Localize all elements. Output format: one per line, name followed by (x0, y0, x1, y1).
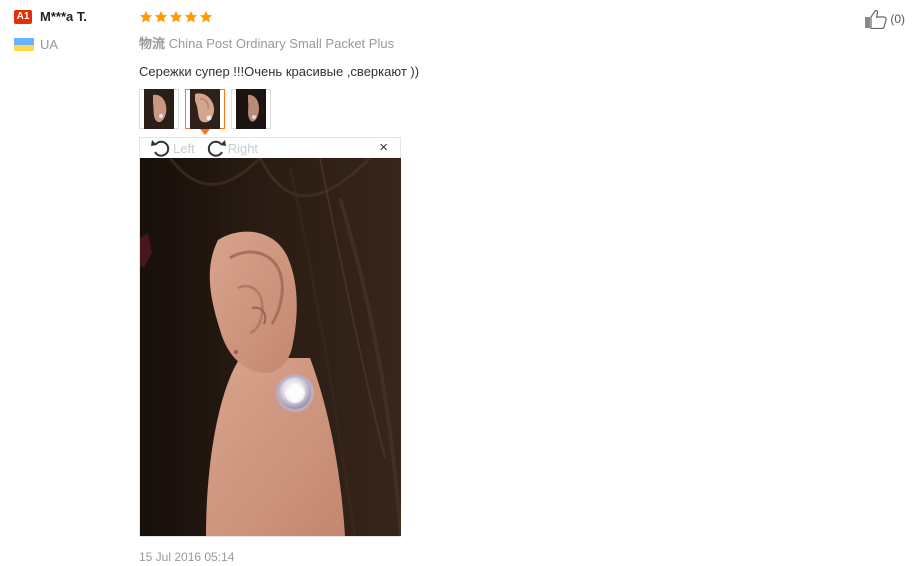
ear-photo-thumbnail (144, 89, 174, 129)
photo-thumbnails (139, 89, 909, 135)
thumbnail-1[interactable] (139, 89, 179, 129)
close-viewer-button[interactable]: × (379, 140, 388, 155)
rotate-right-icon (207, 140, 226, 157)
viewer-toolbar: Left Right × (140, 138, 400, 158)
rotate-right-label: Right (227, 140, 259, 156)
reviewer-name: M***a T. (40, 9, 87, 24)
ukraine-flag-icon (14, 38, 34, 51)
star-rating (139, 8, 909, 26)
review-date: 15 Jul 2016 05:14 (139, 550, 235, 564)
thumbnail-3[interactable] (231, 89, 271, 129)
photo-viewer: Left Right × (139, 137, 401, 537)
review-photo-ear-earring[interactable] (140, 158, 401, 536)
ear-photo-thumbnail (236, 89, 266, 129)
logistics-value: China Post Ordinary Small Packet Plus (168, 36, 395, 51)
logistics-label: 物流 (139, 36, 166, 51)
helpful-button[interactable]: (0) (864, 9, 905, 29)
helpful-count: (0) (890, 12, 905, 26)
buyer-level-badge: A1 (14, 9, 32, 24)
logistics-info: 物流 China Post Ordinary Small Packet Plus (139, 33, 909, 52)
star-icon (184, 10, 198, 24)
ear-photo-thumbnail (190, 89, 220, 129)
reviewer-info: A1 M***a T. UA (14, 9, 132, 52)
rotate-left-icon (151, 140, 170, 157)
review-text: Сережки супер !!!Очень красивые ,сверкаю… (139, 64, 420, 79)
review-body: 物流 China Post Ordinary Small Packet Plus… (139, 8, 909, 564)
rotate-right-button[interactable]: Right (205, 138, 258, 158)
star-icon (154, 10, 168, 24)
star-icon (139, 10, 153, 24)
star-icon (199, 10, 213, 24)
rotate-left-label: Left (173, 140, 195, 156)
thumbnail-2[interactable] (185, 89, 225, 135)
thumbs-up-icon (865, 10, 888, 29)
rotate-left-button[interactable]: Left (150, 138, 195, 158)
reviewer-country: UA (40, 37, 59, 52)
star-icon (169, 10, 183, 24)
